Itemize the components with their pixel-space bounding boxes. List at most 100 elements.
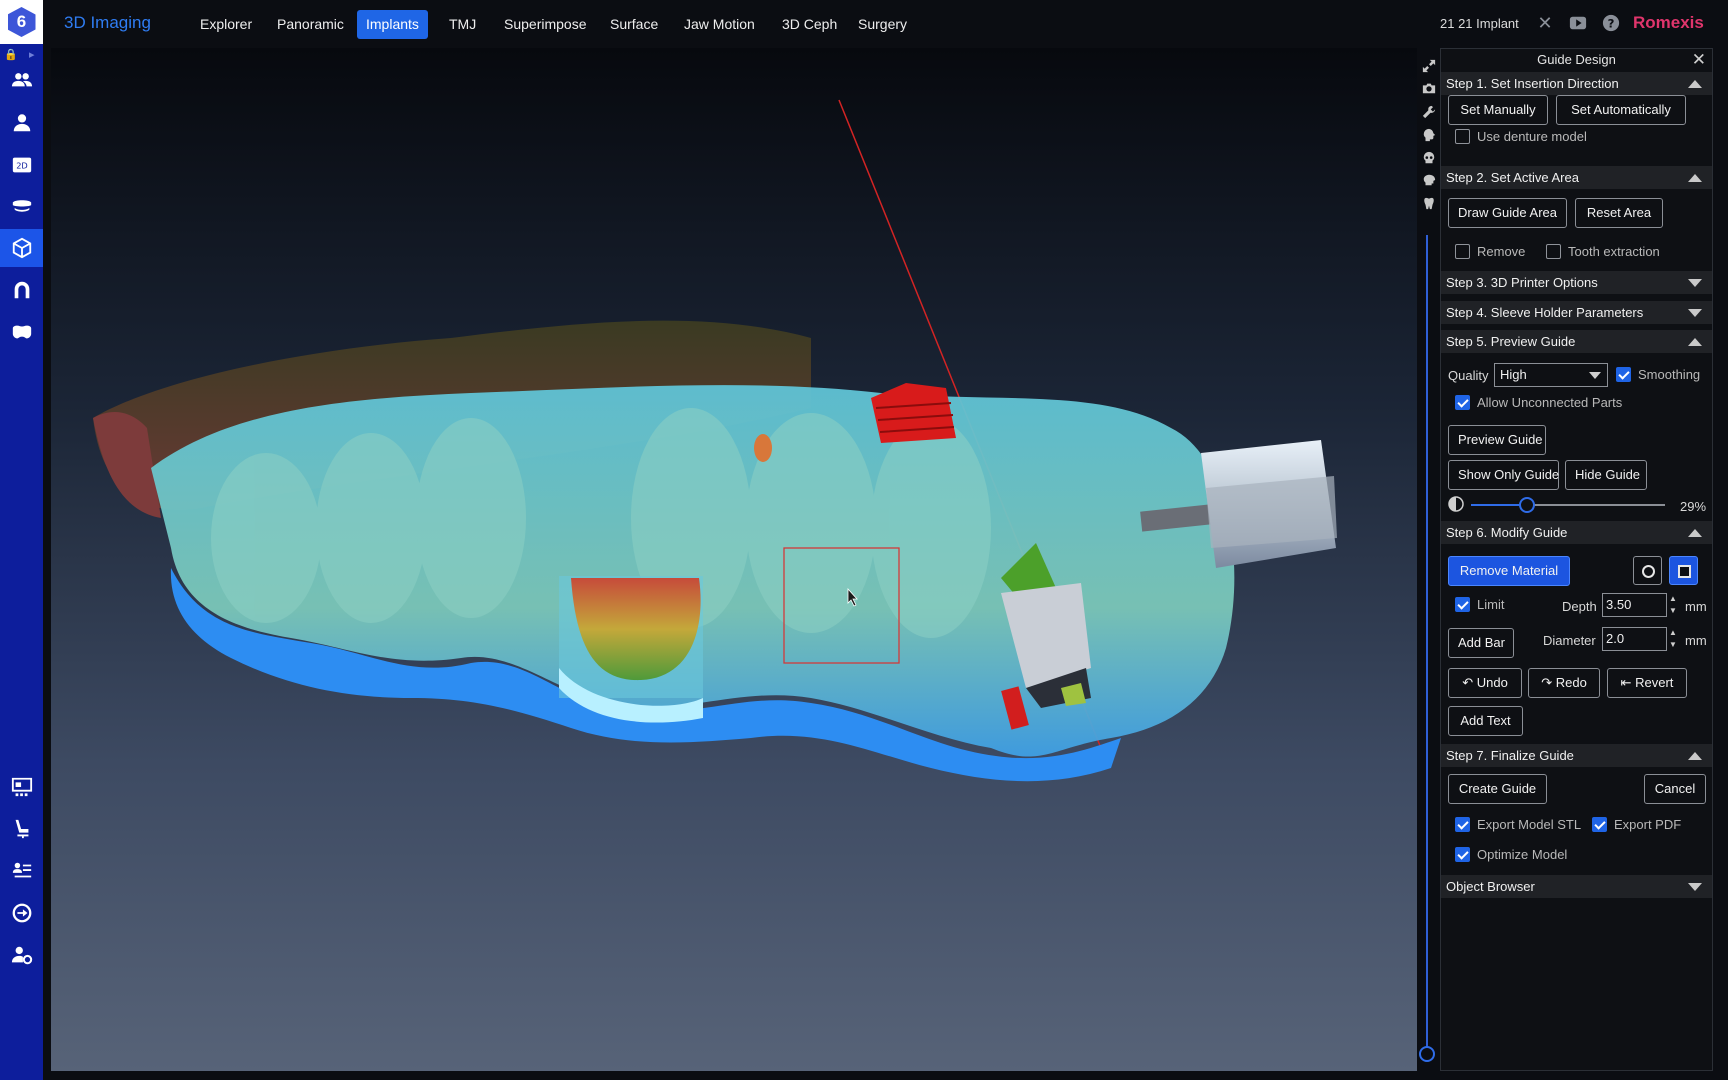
export-stl-checkbox[interactable]: Export Model STL [1455, 817, 1581, 835]
quality-label: Quality [1448, 368, 1489, 383]
head-icon[interactable] [1420, 126, 1437, 143]
help-icon[interactable]: ? [1601, 13, 1621, 33]
set-automatically-button[interactable]: Set Automatically [1556, 95, 1686, 125]
close-icon[interactable]: ✕ [1535, 13, 1555, 33]
tab-surgery[interactable]: Surgery [849, 10, 916, 39]
step-3-title: Step 3. 3D Printer Options [1446, 275, 1598, 290]
tab-3d-ceph[interactable]: 3D Ceph [773, 10, 846, 39]
add-text-button[interactable]: Add Text [1448, 706, 1523, 736]
dentition-icon[interactable] [0, 187, 43, 225]
object-browser-header[interactable]: Object Browser [1441, 875, 1712, 898]
wrench-icon[interactable] [1420, 103, 1437, 120]
left-sidebar: 6 🔒 ▸ 2D [0, 0, 43, 1080]
step-5-header[interactable]: Step 5. Preview Guide [1441, 330, 1712, 353]
export-pdf-checkbox[interactable]: Export PDF [1592, 817, 1681, 835]
top-bar: 3D Imaging Explorer Panoramic Implants T… [43, 0, 1728, 48]
lock-icon[interactable]: 🔒 [4, 48, 18, 61]
gallery-icon[interactable] [0, 768, 43, 806]
worklist-icon[interactable] [0, 852, 43, 890]
reset-area-button[interactable]: Reset Area [1575, 198, 1663, 228]
use-denture-checkbox[interactable]: Use denture model [1455, 129, 1587, 147]
limit-label: Limit [1477, 597, 1505, 612]
depth-input[interactable]: 3.50 [1602, 593, 1667, 617]
tab-surface[interactable]: Surface [601, 10, 667, 39]
checkbox-box [1455, 817, 1470, 832]
redo-button[interactable]: ↷ Redo [1528, 668, 1600, 698]
dental-chair-icon[interactable] [0, 810, 43, 848]
patient-icon[interactable] [0, 104, 43, 142]
optimize-model-checkbox[interactable]: Optimize Model [1455, 847, 1567, 865]
diameter-spinner[interactable]: ▲ ▼ [1668, 627, 1678, 651]
diameter-input[interactable]: 2.0 [1602, 627, 1667, 651]
tooth-icon[interactable] [1420, 194, 1437, 211]
step-1-title: Step 1. Set Insertion Direction [1446, 76, 1619, 91]
square-shape-button[interactable] [1669, 556, 1698, 585]
app-logo[interactable]: 6 [0, 0, 43, 44]
quality-select[interactable]: High [1494, 363, 1608, 387]
users-icon[interactable] [0, 61, 43, 99]
tab-superimpose[interactable]: Superimpose [495, 10, 596, 39]
step-3-header[interactable]: Step 3. 3D Printer Options [1441, 271, 1712, 294]
draw-guide-area-button[interactable]: Draw Guide Area [1448, 198, 1567, 228]
transparency-icon [1448, 496, 1464, 512]
video-icon[interactable] [1568, 13, 1588, 33]
expand-icon[interactable] [1420, 57, 1437, 74]
limit-checkbox[interactable]: Limit [1455, 597, 1504, 615]
hexagon-logo-icon: 6 [7, 7, 36, 37]
show-only-guide-button[interactable]: Show Only Guide [1448, 460, 1559, 490]
redo-label: Redo [1555, 675, 1587, 690]
camera-icon[interactable] [1420, 79, 1437, 96]
allow-unconnected-checkbox[interactable]: Allow Unconnected Parts [1455, 395, 1622, 413]
step-1-header[interactable]: Step 1. Set Insertion Direction [1441, 72, 1712, 95]
revert-label: Revert [1635, 675, 1674, 690]
skull-icon[interactable] [1420, 149, 1437, 166]
tab-tmj[interactable]: TMJ [440, 10, 485, 39]
brain-icon[interactable] [1420, 171, 1437, 188]
step-4-header[interactable]: Step 4. Sleeve Holder Parameters [1441, 301, 1712, 324]
tab-implants[interactable]: Implants [357, 10, 428, 39]
3d-viewport[interactable] [51, 48, 1417, 1071]
tooth-extraction-checkbox[interactable]: Tooth extraction [1546, 244, 1660, 262]
depth-spinner[interactable]: ▲ ▼ [1668, 593, 1678, 617]
export-stl-label: Export Model STL [1477, 817, 1582, 832]
undo-button[interactable]: ↶ Undo [1448, 668, 1522, 698]
remove-material-button[interactable]: Remove Material [1448, 556, 1570, 586]
collapse-icon [1688, 338, 1702, 346]
circle-shape-button[interactable] [1633, 556, 1662, 585]
panel-close-icon[interactable]: ✕ [1692, 50, 1706, 70]
undo-icon: ↶ [1462, 675, 1474, 690]
tab-explorer[interactable]: Explorer [191, 10, 261, 39]
set-manually-button[interactable]: Set Manually [1448, 95, 1548, 125]
remove-checkbox[interactable]: Remove [1455, 244, 1525, 262]
view-slider-knob[interactable] [1419, 1046, 1435, 1062]
expand-arrow-icon[interactable]: ▸ [29, 48, 35, 61]
checkbox-box [1455, 244, 1470, 259]
collapse-icon [1688, 174, 1702, 182]
step-6-header[interactable]: Step 6. Modify Guide [1441, 521, 1712, 544]
preview-guide-button[interactable]: Preview Guide [1448, 425, 1546, 455]
user-settings-icon[interactable] [0, 936, 43, 974]
create-guide-button[interactable]: Create Guide [1448, 774, 1547, 804]
hide-guide-button[interactable]: Hide Guide [1565, 460, 1647, 490]
revert-button[interactable]: ⇤ Revert [1607, 668, 1687, 698]
implant-model [871, 383, 956, 443]
add-bar-button[interactable]: Add Bar [1448, 628, 1514, 658]
tooth-extraction-label: Tooth extraction [1568, 244, 1660, 259]
step-7-header[interactable]: Step 7. Finalize Guide [1441, 744, 1712, 767]
cancel-button[interactable]: Cancel [1644, 774, 1706, 804]
view-tool-strip [1417, 48, 1440, 1071]
checkbox-box [1546, 244, 1561, 259]
2d-icon[interactable]: 2D [0, 146, 43, 184]
login-icon[interactable] [0, 894, 43, 932]
checkbox-box [1455, 597, 1470, 612]
tab-jaw-motion[interactable]: Jaw Motion [675, 10, 764, 39]
step-2-header[interactable]: Step 2. Set Active Area [1441, 166, 1712, 189]
3d-cube-icon[interactable] [0, 229, 43, 267]
transparency-slider-knob[interactable] [1519, 497, 1536, 513]
collapse-icon [1688, 752, 1702, 760]
arch-icon[interactable] [0, 271, 43, 309]
teeth-icon[interactable] [0, 313, 43, 351]
tab-panoramic[interactable]: Panoramic [268, 10, 353, 39]
smoothing-checkbox[interactable]: Smoothing [1616, 367, 1700, 385]
guide-design-panel: Guide Design ✕ Step 1. Set Insertion Dir… [1440, 48, 1713, 1071]
